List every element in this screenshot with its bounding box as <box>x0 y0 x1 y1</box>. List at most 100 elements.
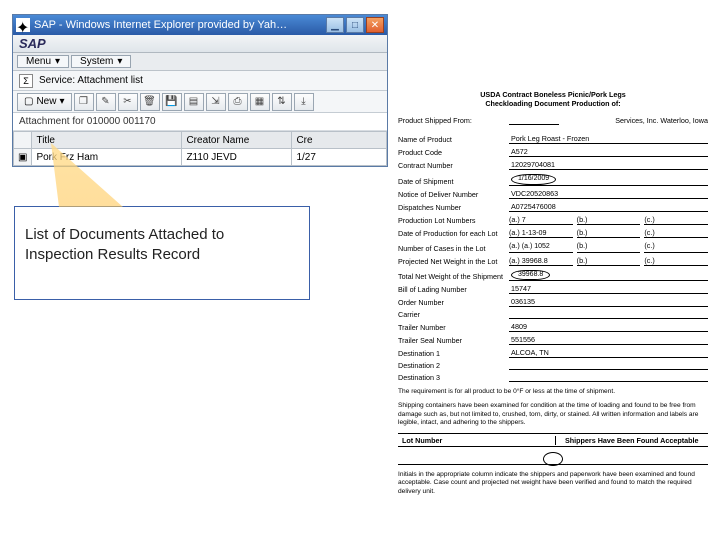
menu-system[interactable]: System ▾ <box>71 55 131 68</box>
val-shipdate: 1/16/2009 <box>509 173 708 186</box>
nav-icon[interactable]: ⇲ <box>206 93 226 111</box>
new-label: New <box>36 96 56 107</box>
shipped-from-row: Product Shipped From: Services, Inc. Wat… <box>398 116 708 125</box>
note-containers: Shipping containers have been examined f… <box>398 402 708 427</box>
doc-title: USDA Contract Boneless Picnic/Pork Legs … <box>398 90 708 108</box>
brand-bar: SAP <box>13 35 387 53</box>
val-dest3 <box>509 373 708 382</box>
window-titlebar[interactable]: ✦ SAP - Windows Internet Explorer provid… <box>13 15 387 35</box>
acceptance-bar: Lot Number Shippers Have Been Found Acce… <box>398 433 708 447</box>
lab-notice: Notice of Deliver Number <box>398 190 506 199</box>
val-contract: 12029704081 <box>509 160 708 170</box>
dop-b: (b.) <box>577 228 641 238</box>
lab-trailer: Trailer Number <box>398 323 506 332</box>
val-order: 036135 <box>509 297 708 307</box>
col-title[interactable]: Title <box>32 132 182 149</box>
val-carrier <box>509 310 708 319</box>
scissors-icon[interactable]: ✂ <box>118 93 138 111</box>
menu-label: Menu <box>26 56 51 67</box>
lab-code: Product Code <box>398 148 506 157</box>
lotnum-c: (c.) <box>644 215 708 225</box>
ie-icon: ✦ <box>16 18 30 32</box>
attachment-icon: Σ <box>19 74 33 88</box>
lab-name: Name of Product <box>398 135 506 144</box>
callout-line2: Inspection Results Record <box>25 245 299 265</box>
pnw-b: (b.) <box>577 256 641 266</box>
val-dest2 <box>509 361 708 370</box>
chevron-down-icon: ▾ <box>55 56 60 67</box>
note-temp: The requirement is for all product to be… <box>398 388 708 396</box>
menu-menu[interactable]: Menu ▾ <box>17 55 69 68</box>
cases-a: (a.) (a.) 1052 <box>509 241 573 253</box>
lab-dispatch: Dispatches Number <box>398 203 506 212</box>
close-button[interactable]: ✕ <box>366 17 384 33</box>
callout-box: List of Documents Attached to Inspection… <box>14 206 310 300</box>
maximize-button[interactable]: □ <box>346 17 364 33</box>
shipped-from-value: Services, Inc. Waterloo, Iowa <box>562 116 708 125</box>
chevron-down-icon: ▾ <box>117 56 122 67</box>
lab-cases: Number of Cases in the Lot <box>398 244 506 253</box>
table-header-row: Title Creator Name Cre <box>14 132 387 149</box>
filter-icon[interactable]: ▤ <box>184 93 204 111</box>
attachment-info: Attachment for 010000 001170 <box>13 113 387 131</box>
acceptance-row <box>398 451 708 465</box>
system-label: System <box>80 56 113 67</box>
col-icon[interactable] <box>14 132 32 149</box>
window-title: SAP - Windows Internet Explorer provided… <box>34 19 322 31</box>
dop-c: (c.) <box>644 228 708 238</box>
lab-dop: Date of Production for each Lot <box>398 229 506 238</box>
cell-creator: Z110 JEVD <box>182 149 292 166</box>
col-creator[interactable]: Creator Name <box>182 132 292 149</box>
doc-copy-icon[interactable]: ❐ <box>74 93 94 111</box>
lab-lotnum: Production Lot Numbers <box>398 216 506 225</box>
lab-tnw: Total Net Weight of the Shipment <box>398 272 506 281</box>
sort-icon[interactable]: ⇅ <box>272 93 292 111</box>
val-dispatch: A0725476008 <box>509 202 708 212</box>
service-label: Service: Attachment list <box>39 75 143 86</box>
note-initials: Initials in the appropriate column indic… <box>398 471 708 496</box>
sap-brand: SAP <box>19 36 46 51</box>
doc-title2: Checkloading Document Production of: <box>398 99 708 108</box>
lab-dest1: Destination 1 <box>398 349 506 358</box>
new-button[interactable]: ▢ New ▾ <box>17 93 72 111</box>
window-buttons: ▁ □ ✕ <box>326 17 384 33</box>
lab-shipdate: Date of Shipment <box>398 177 506 186</box>
grid-icon[interactable]: ▦ <box>250 93 270 111</box>
chevron-down-icon: ▾ <box>59 96 64 107</box>
bar-left: Lot Number <box>398 436 555 445</box>
toolbar: ▢ New ▾ ❐ ✎ ✂ 🗑 💾 ▤ ⇲ ⎙ ▦ ⇅ ⤓ <box>13 91 387 113</box>
lab-carrier: Carrier <box>398 310 506 319</box>
cases-c: (c.) <box>644 241 708 253</box>
val-tnw: 39968.8 <box>509 269 708 282</box>
circle-mark-icon <box>543 452 563 466</box>
cases-b: (b.) <box>577 241 641 253</box>
doc-title1: USDA Contract Boneless Picnic/Pork Legs <box>398 90 708 99</box>
trash-icon[interactable]: 🗑 <box>140 93 160 111</box>
doc-new-icon: ▢ <box>24 96 33 107</box>
val-bol: 15747 <box>509 284 708 294</box>
lab-dest2: Destination 2 <box>398 361 506 370</box>
val-code: A572 <box>509 147 708 157</box>
lab-dest3: Destination 3 <box>398 373 506 382</box>
val-name: Pork Leg Roast - Frozen <box>509 134 708 144</box>
pnw-c: (c.) <box>644 256 708 266</box>
sap-window: ✦ SAP - Windows Internet Explorer provid… <box>12 14 388 167</box>
minimize-button[interactable]: ▁ <box>326 17 344 33</box>
service-row: Σ Service: Attachment list <box>13 71 387 91</box>
lab-bol: Bill of Lading Number <box>398 285 506 294</box>
save-icon[interactable]: 💾 <box>162 93 182 111</box>
lab-contract: Contract Number <box>398 161 506 170</box>
callout-line1: List of Documents Attached to <box>25 225 299 245</box>
export-icon[interactable]: ⤓ <box>294 93 314 111</box>
col-cre[interactable]: Cre <box>292 132 387 149</box>
lotnum-a: (a.) 7 <box>509 215 573 225</box>
shipped-from-label: Product Shipped From: <box>398 116 506 125</box>
menubar: Menu ▾ System ▾ <box>13 53 387 71</box>
cell-cre: 1/27 <box>292 149 387 166</box>
val-seal: 551556 <box>509 335 708 345</box>
pnw-a: (a.) 39968.8 <box>509 256 573 266</box>
lotnum-b: (b.) <box>577 215 641 225</box>
print-icon[interactable]: ⎙ <box>228 93 248 111</box>
pencil-icon[interactable]: ✎ <box>96 93 116 111</box>
bar-right: Shippers Have Been Found Acceptable <box>555 436 709 445</box>
